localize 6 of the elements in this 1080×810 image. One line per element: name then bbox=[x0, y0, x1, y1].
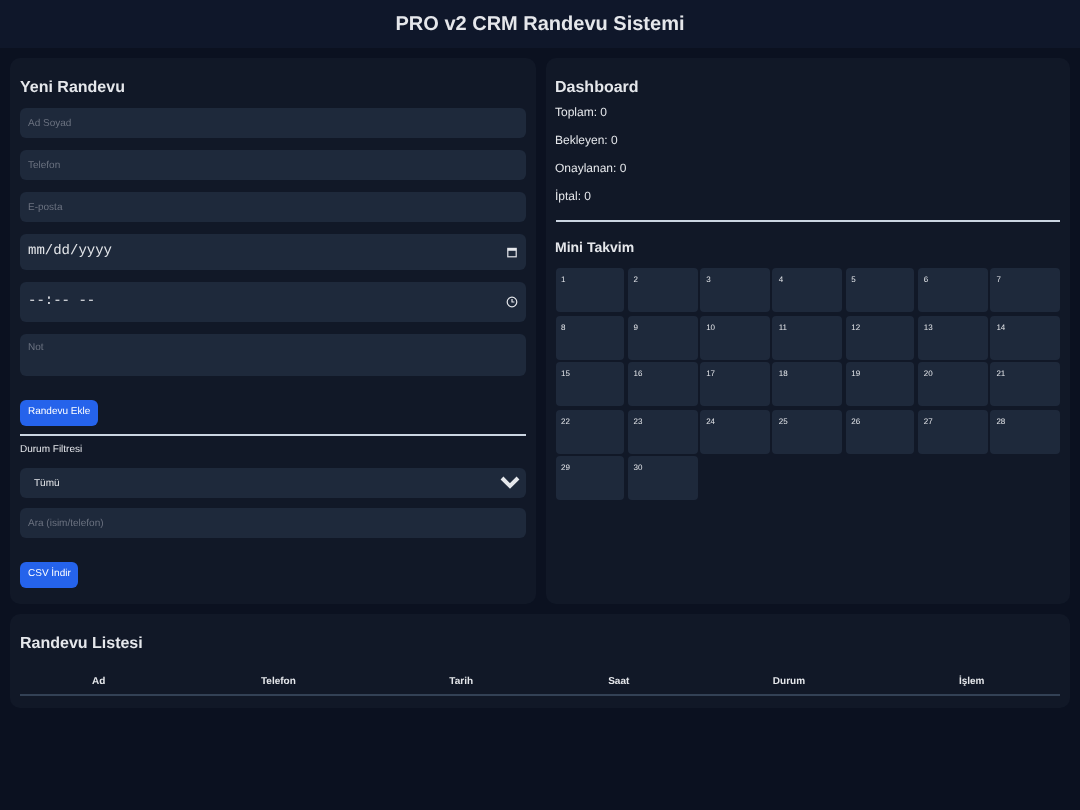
section-title: Yeni Randevu bbox=[20, 78, 127, 96]
calendar-icon bbox=[505, 246, 517, 258]
app-title: PRO v2 CRM Randevu Sistemi bbox=[395, 13, 685, 35]
clock-icon bbox=[505, 296, 517, 308]
section-title: Dashboard bbox=[555, 78, 641, 96]
section-title: Randevu Listesi bbox=[20, 633, 145, 651]
